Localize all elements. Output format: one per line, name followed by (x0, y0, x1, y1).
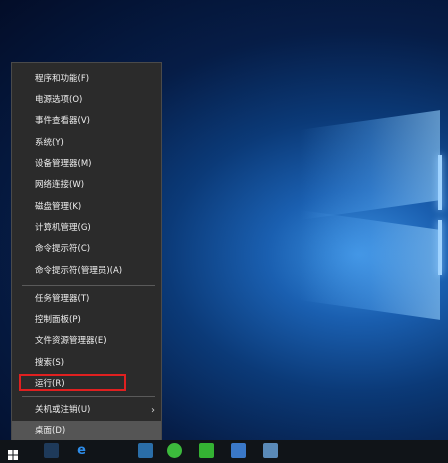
menu-item-computer-management[interactable]: 计算机管理(G) (12, 218, 161, 239)
menu-item-desktop[interactable]: 桌面(D) (12, 421, 161, 442)
taskbar: e (0, 440, 448, 463)
menu-item-disk-management[interactable]: 磁盘管理(K) (12, 197, 161, 218)
menu-item-command-prompt[interactable]: 命令提示符(C) (12, 239, 161, 260)
windows-logo-light (300, 110, 448, 340)
desktop-background: 程序和功能(F) 电源选项(O) 事件查看器(V) 系统(Y) 设备管理器(M)… (0, 0, 448, 463)
windows-start-icon[interactable] (8, 445, 18, 460)
notepad-icon[interactable] (231, 443, 246, 458)
edge-icon[interactable]: e (74, 443, 89, 458)
menu-item-programs-features[interactable]: 程序和功能(F) (12, 69, 161, 90)
app-icon[interactable] (138, 443, 153, 458)
qq-browser-icon[interactable] (167, 443, 182, 458)
menu-item-search[interactable]: 搜索(S) (12, 353, 161, 374)
pen-app-icon[interactable] (263, 443, 278, 458)
menu-separator (22, 396, 155, 397)
menu-item-control-panel[interactable]: 控制面板(P) (12, 310, 161, 331)
menu-item-task-manager[interactable]: 任务管理器(T) (12, 289, 161, 310)
menu-item-system[interactable]: 系统(Y) (12, 133, 161, 154)
menu-item-command-prompt-admin[interactable]: 命令提示符(管理员)(A) (12, 261, 161, 282)
app-icon[interactable] (44, 443, 59, 458)
menu-item-shutdown-signout[interactable]: 关机或注销(U) › (12, 400, 161, 421)
menu-item-network-connections[interactable]: 网络连接(W) (12, 175, 161, 196)
menu-item-device-manager[interactable]: 设备管理器(M) (12, 154, 161, 175)
menu-item-power-options[interactable]: 电源选项(O) (12, 90, 161, 111)
menu-item-event-viewer[interactable]: 事件查看器(V) (12, 111, 161, 132)
run-highlight-box (19, 374, 126, 391)
menu-separator (22, 285, 155, 286)
chevron-right-icon: › (151, 405, 155, 416)
iqiyi-icon[interactable] (199, 443, 214, 458)
menu-item-file-explorer[interactable]: 文件资源管理器(E) (12, 331, 161, 352)
menu-item-label: 关机或注销(U) (35, 405, 91, 415)
